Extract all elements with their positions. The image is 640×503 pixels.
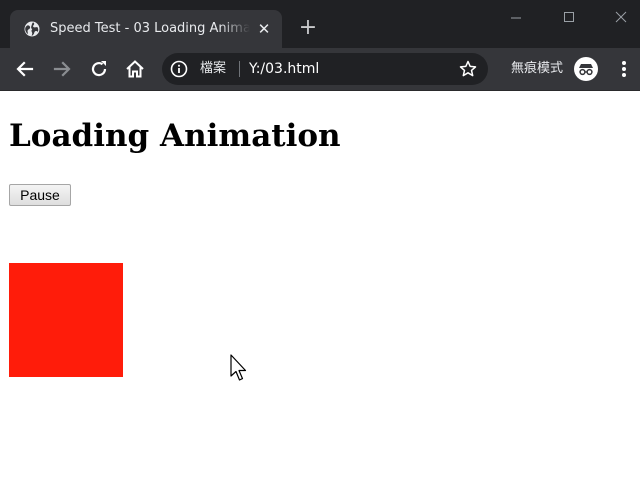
incognito-icon[interactable] <box>574 57 598 81</box>
new-tab-button[interactable]: + <box>297 17 319 39</box>
incognito-label[interactable]: 無痕模式 <box>511 60 563 78</box>
active-tab[interactable]: Speed Test - 03 Loading Animation ✕ <box>10 10 282 48</box>
maximize-icon[interactable] <box>560 8 578 26</box>
page-content: Loading Animation Pause <box>0 91 640 503</box>
security-chip[interactable]: 檔案 <box>200 60 226 78</box>
kebab-menu-icon[interactable] <box>614 58 634 80</box>
star-icon[interactable] <box>458 59 478 79</box>
minimize-icon[interactable] <box>507 8 525 26</box>
page-title: Loading Animation <box>9 118 341 154</box>
tab-strip: Speed Test - 03 Loading Animation ✕ + <box>0 0 640 48</box>
close-icon[interactable] <box>612 8 630 26</box>
browser-toolbar: 檔案 Y:/03.html 無痕模式 <box>0 48 640 91</box>
pause-button[interactable]: Pause <box>9 184 71 206</box>
home-icon[interactable] <box>124 58 146 80</box>
tab-close-icon[interactable]: ✕ <box>256 21 272 37</box>
animated-box <box>9 263 123 377</box>
info-icon[interactable] <box>170 60 188 78</box>
back-arrow-icon[interactable] <box>14 58 36 80</box>
forward-arrow-icon[interactable] <box>51 58 73 80</box>
tab-title: Speed Test - 03 Loading Animation <box>50 21 250 36</box>
url-text[interactable]: Y:/03.html <box>249 60 319 78</box>
globe-icon <box>24 21 40 37</box>
reload-icon[interactable] <box>88 58 110 80</box>
omnibox-divider <box>239 61 240 77</box>
mouse-cursor-icon <box>230 354 247 381</box>
address-bar[interactable]: 檔案 Y:/03.html <box>162 53 488 85</box>
